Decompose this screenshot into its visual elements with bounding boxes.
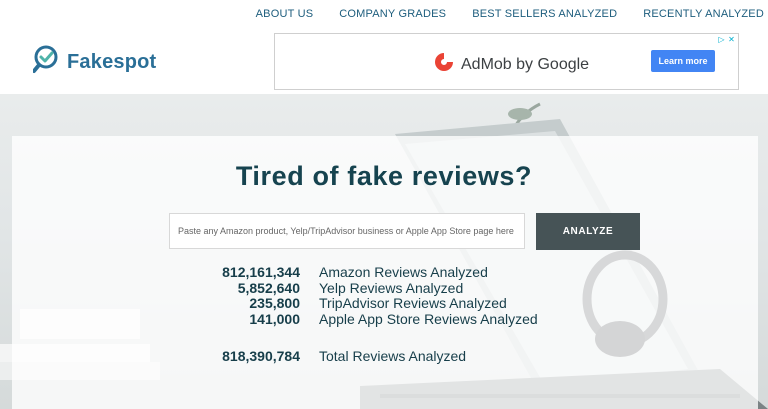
total-label: Total Reviews Analyzed [319, 348, 467, 364]
fakespot-logo[interactable]: Fakespot [32, 44, 157, 81]
nav-company-grades[interactable]: COMPANY GRADES [339, 8, 446, 20]
magnifier-check-icon [32, 44, 63, 81]
stat-label: Yelp Reviews Analyzed [319, 279, 464, 296]
admob-icon [433, 51, 455, 78]
stat-value: 5,852,640 [237, 279, 300, 296]
logo-text: Fakespot [67, 50, 157, 73]
ad-info-icon[interactable]: ▷ [717, 35, 726, 44]
stat-label: Apple App Store Reviews Analyzed [319, 310, 538, 327]
ad-close-icon[interactable]: ✕ [727, 35, 736, 44]
advertisement-banner[interactable]: AdMob by Google Learn more ▷ ✕ [274, 33, 739, 90]
top-navigation: ABOUT US COMPANY GRADES BEST SELLERS ANA… [0, 0, 768, 28]
nav-recently-analyzed[interactable]: RECENTLY ANALYZED [643, 8, 764, 20]
stat-value: 141,000 [249, 310, 300, 327]
stat-value: 235,800 [249, 295, 300, 311]
nav-best-sellers-analyzed[interactable]: BEST SELLERS ANALYZED [472, 8, 617, 20]
analyze-button[interactable]: ANALYZE [536, 213, 640, 250]
admob-logo: AdMob by Google [433, 51, 589, 78]
learn-more-button[interactable]: Learn more [651, 50, 715, 72]
ad-brand-text: AdMob by Google [461, 55, 590, 73]
product-url-search-input[interactable] [169, 213, 525, 249]
ad-choices[interactable]: ▷ ✕ [716, 35, 736, 44]
site-header: Fakespot AdMob by Google Learn more ▷ ✕ [0, 28, 768, 94]
nav-about-us[interactable]: ABOUT US [256, 8, 314, 20]
nav-menu: ABOUT US COMPANY GRADES BEST SELLERS ANA… [230, 8, 764, 20]
stat-value: 812,161,344 [222, 264, 300, 280]
hero-headline: Tired of fake reviews? [235, 161, 533, 191]
total-value: 818,390,784 [222, 348, 300, 364]
stat-label: TripAdvisor Reviews Analyzed [319, 295, 507, 311]
stat-label: Amazon Reviews Analyzed [319, 264, 488, 280]
